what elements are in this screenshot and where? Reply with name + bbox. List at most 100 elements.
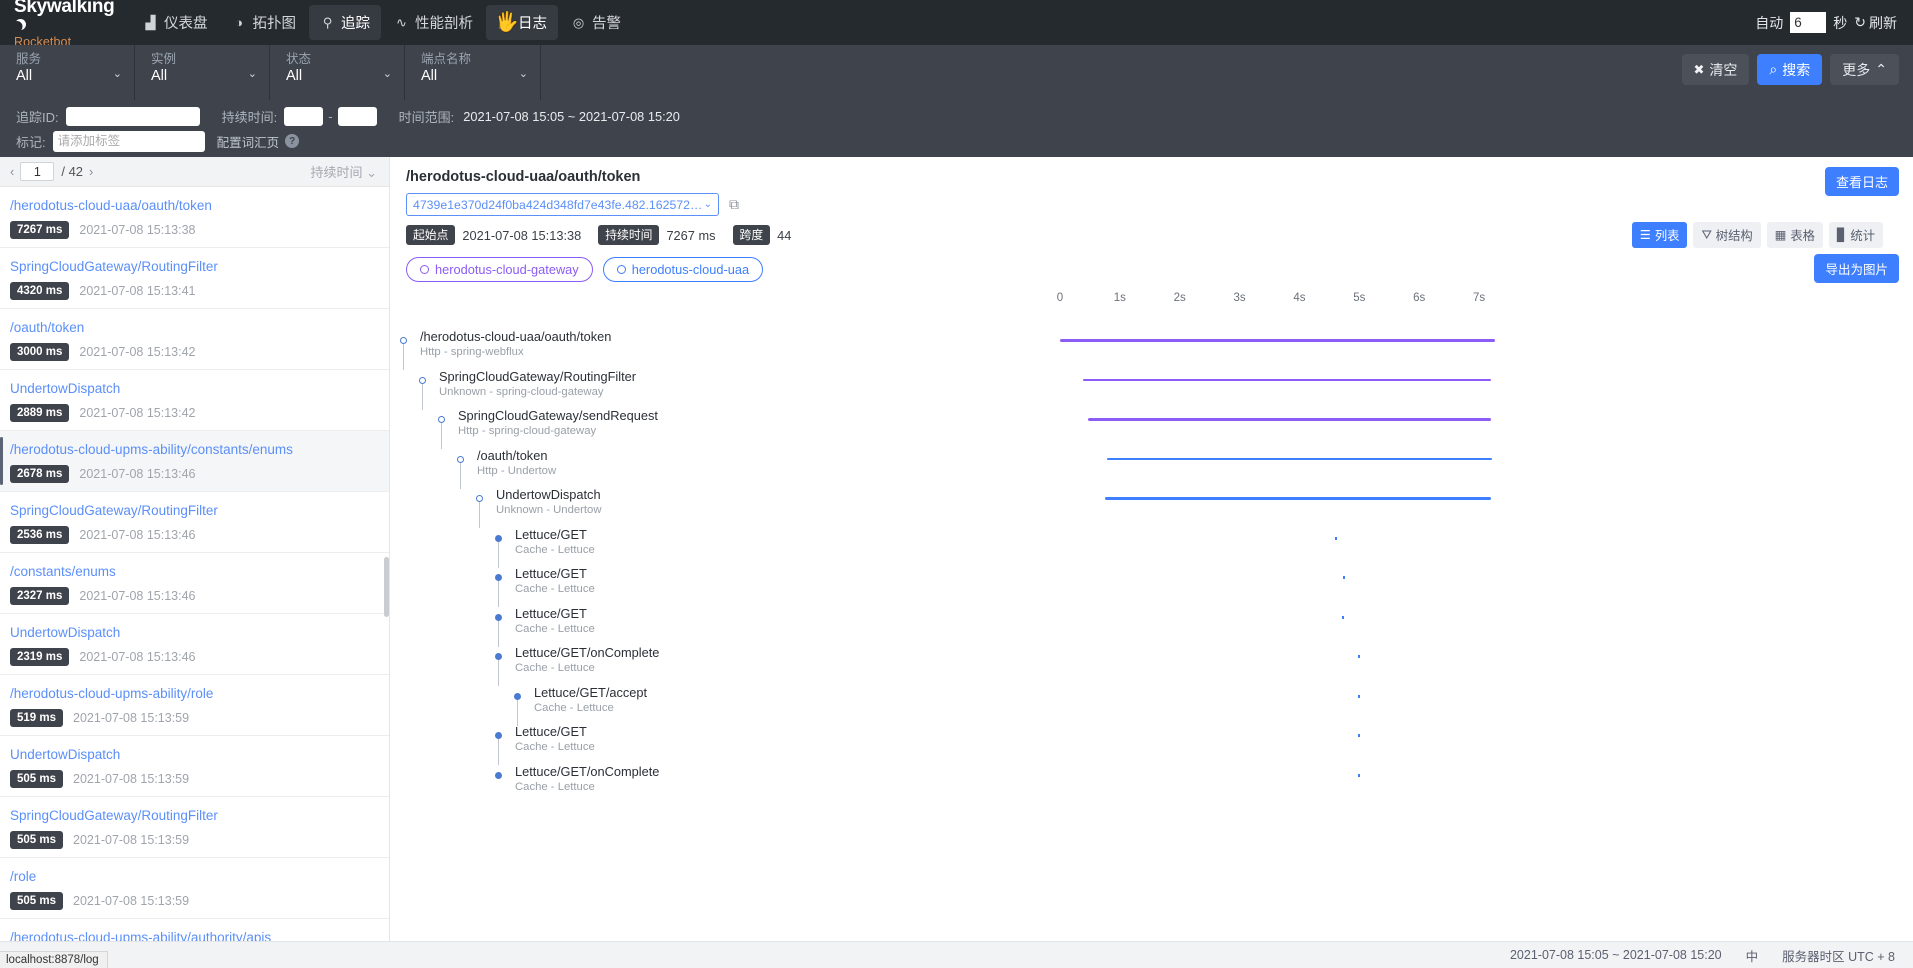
footer-language[interactable]: 中: [1746, 946, 1759, 965]
trace-list-item[interactable]: SpringCloudGateway/RoutingFilter4320 ms2…: [0, 248, 389, 309]
span-duration-bar: [1083, 379, 1491, 382]
export-image-button[interactable]: 导出为图片: [1814, 254, 1899, 283]
span-name: Lettuce/GET/onComplete: [515, 645, 659, 660]
span-row[interactable]: SpringCloudGateway/RoutingFilterUnknown …: [390, 364, 1913, 404]
filter-service-select[interactable]: 服务 All ⌄: [0, 45, 135, 100]
trace-list-item[interactable]: /oauth/token3000 ms2021-07-08 15:13:42: [0, 309, 389, 370]
span-name: SpringCloudGateway/sendRequest: [458, 408, 658, 423]
prev-page-button[interactable]: ‹: [4, 164, 20, 179]
span-row[interactable]: Lettuce/GET/onCompleteCache - Lettuce: [390, 759, 1913, 799]
span-duration-bar: [1088, 418, 1491, 421]
nav-label-log: 日志: [518, 12, 547, 33]
span-row[interactable]: UndertowDispatchUnknown - Undertow: [390, 482, 1913, 522]
refresh-interval-input[interactable]: [1790, 12, 1826, 33]
chevron-down-icon: ⌄: [383, 67, 392, 80]
trace-list-item[interactable]: UndertowDispatch2889 ms2021-07-08 15:13:…: [0, 370, 389, 431]
view-log-button[interactable]: 查看日志: [1825, 167, 1899, 196]
span-timeline: 01s2s3s4s5s6s7s /herodotus-cloud-uaa/oau…: [390, 292, 1913, 877]
span-row[interactable]: Lettuce/GETCache - Lettuce: [390, 522, 1913, 562]
span-row[interactable]: Lettuce/GET/onCompleteCache - Lettuce: [390, 640, 1913, 680]
time-range-label: 时间范围:: [399, 107, 455, 126]
trace-list-item[interactable]: /role505 ms2021-07-08 15:13:59: [0, 858, 389, 919]
nav-item-profile[interactable]: ∿ 性能剖析: [383, 5, 484, 40]
more-button-label: 更多: [1842, 60, 1870, 80]
filter-endpoint-label: 端点名称: [421, 52, 528, 67]
trace-list[interactable]: /herodotus-cloud-uaa/oauth/token7267 ms2…: [0, 187, 389, 968]
span-row[interactable]: /oauth/tokenHttp - Undertow: [390, 443, 1913, 483]
next-page-button[interactable]: ›: [83, 164, 99, 179]
span-node-icon: [495, 772, 502, 779]
filter-instance-select[interactable]: 实例 All ⌄: [135, 45, 270, 100]
clear-button[interactable]: ✖ 清空: [1682, 54, 1750, 85]
duration-max-input[interactable]: [338, 107, 377, 126]
nav-item-trace[interactable]: ⚲ 追踪: [309, 5, 381, 40]
close-circle-icon: ✖: [1694, 62, 1705, 78]
trace-id-input[interactable]: [66, 107, 200, 126]
duration-min-input[interactable]: [284, 107, 323, 126]
trace-list-scrollbar[interactable]: [384, 557, 389, 617]
span-name: UndertowDispatch: [496, 487, 601, 502]
trace-id-select[interactable]: 4739e1e370d24f0ba424d348fd7e43fe.482.162…: [406, 193, 719, 216]
trace-item-meta: 519 ms2021-07-08 15:13:59: [10, 709, 379, 727]
view-mode-stats-label: 统计: [1850, 226, 1875, 244]
filter-select-row: 服务 All ⌄ 实例 All ⌄ 状态 All ⌄ 端点名称 All ⌄ ✖ …: [0, 45, 1913, 100]
help-icon[interactable]: ?: [285, 134, 299, 148]
service-chip-uaa[interactable]: herodotus-cloud-uaa: [603, 257, 763, 282]
trace-item-meta: 505 ms2021-07-08 15:13:59: [10, 770, 379, 788]
span-row[interactable]: /herodotus-cloud-uaa/oauth/tokenHttp - s…: [390, 324, 1913, 364]
span-row[interactable]: SpringCloudGateway/sendRequestHttp - spr…: [390, 403, 1913, 443]
refresh-button[interactable]: ↻ 刷新: [1854, 13, 1897, 33]
moon-icon: [15, 19, 26, 30]
trace-list-item[interactable]: /herodotus-cloud-uaa/oauth/token7267 ms2…: [0, 187, 389, 248]
trace-item-meta: 2889 ms2021-07-08 15:13:42: [10, 404, 379, 422]
trace-list-item[interactable]: SpringCloudGateway/RoutingFilter505 ms20…: [0, 797, 389, 858]
trace-id-row: 4739e1e370d24f0ba424d348fd7e43fe.482.162…: [406, 193, 1897, 216]
trace-list-item[interactable]: SpringCloudGateway/RoutingFilter2536 ms2…: [0, 492, 389, 553]
footer-time-range: 2021-07-08 15:05 ~ 2021-07-08 15:20: [1510, 948, 1722, 962]
more-button[interactable]: 更多 ⌃: [1830, 54, 1899, 85]
time-range-value[interactable]: 2021-07-08 15:05 ~ 2021-07-08 15:20: [463, 109, 680, 124]
trace-item-meta: 2678 ms2021-07-08 15:13:46: [10, 465, 379, 483]
sort-by-duration[interactable]: 持续时间 ⌄: [310, 162, 377, 181]
nav-item-log[interactable]: ▤ 日志: [486, 5, 558, 40]
trace-list-item[interactable]: UndertowDispatch2319 ms2021-07-08 15:13:…: [0, 614, 389, 675]
nav-item-dashboard[interactable]: ▟ 仪表盘: [132, 5, 219, 40]
trace-item-duration-badge: 2678 ms: [10, 465, 69, 483]
trace-item-meta: 4320 ms2021-07-08 15:13:41: [10, 282, 379, 300]
span-name: Lettuce/GET: [515, 724, 587, 739]
service-chip-gateway[interactable]: herodotus-cloud-gateway: [406, 257, 593, 282]
span-row[interactable]: Lettuce/GETCache - Lettuce: [390, 561, 1913, 601]
vocabulary-config-link[interactable]: 配置词汇页: [217, 132, 280, 151]
span-row[interactable]: Lettuce/GETCache - Lettuce: [390, 601, 1913, 641]
trace-item-timestamp: 2021-07-08 15:13:59: [73, 772, 189, 786]
trace-stats-row: 起始点 2021-07-08 15:13:38 持续时间 7267 ms 跨度 …: [406, 225, 1897, 245]
app-logo[interactable]: Skywalking Rocketbot: [14, 0, 118, 49]
trace-item-duration-badge: 3000 ms: [10, 343, 69, 361]
span-duration-bar: [1358, 734, 1360, 737]
trace-detail-panel: /herodotus-cloud-uaa/oauth/token 查看日志 47…: [390, 157, 1913, 968]
span-row[interactable]: Lettuce/GET/acceptCache - Lettuce: [390, 680, 1913, 720]
sort-label: 持续时间: [310, 165, 362, 180]
tags-input[interactable]: [53, 131, 205, 152]
copy-icon[interactable]: ⧉: [729, 196, 739, 213]
trace-list-item[interactable]: /constants/enums2327 ms2021-07-08 15:13:…: [0, 553, 389, 614]
span-duration-bar: [1358, 655, 1360, 658]
span-node-icon: [457, 456, 464, 463]
filter-endpoint-select[interactable]: 端点名称 All ⌄: [405, 45, 541, 100]
trace-list-item[interactable]: UndertowDispatch505 ms2021-07-08 15:13:5…: [0, 736, 389, 797]
nav-item-alarm[interactable]: ◎ 告警: [560, 5, 632, 40]
span-node-icon: [495, 732, 502, 739]
span-name: Lettuce/GET: [515, 527, 587, 542]
filter-status-select[interactable]: 状态 All ⌄: [270, 45, 405, 100]
table-icon: ▦: [1775, 228, 1787, 242]
trace-item-duration-badge: 2536 ms: [10, 526, 69, 544]
page-number-input[interactable]: [20, 162, 54, 181]
filter-action-buttons: ✖ 清空 ⌕ 搜索 更多 ⌃: [1682, 54, 1899, 85]
search-button[interactable]: ⌕ 搜索: [1757, 54, 1822, 85]
trace-list-item[interactable]: /herodotus-cloud-upms-ability/constants/…: [0, 431, 389, 492]
logo-title: Skywalking: [14, 0, 118, 35]
trace-item-duration-badge: 505 ms: [10, 892, 63, 910]
span-row[interactable]: Lettuce/GETCache - Lettuce: [390, 719, 1913, 759]
trace-list-item[interactable]: /herodotus-cloud-upms-ability/role519 ms…: [0, 675, 389, 736]
nav-item-topology[interactable]: ◑ 拓扑图: [221, 5, 308, 40]
